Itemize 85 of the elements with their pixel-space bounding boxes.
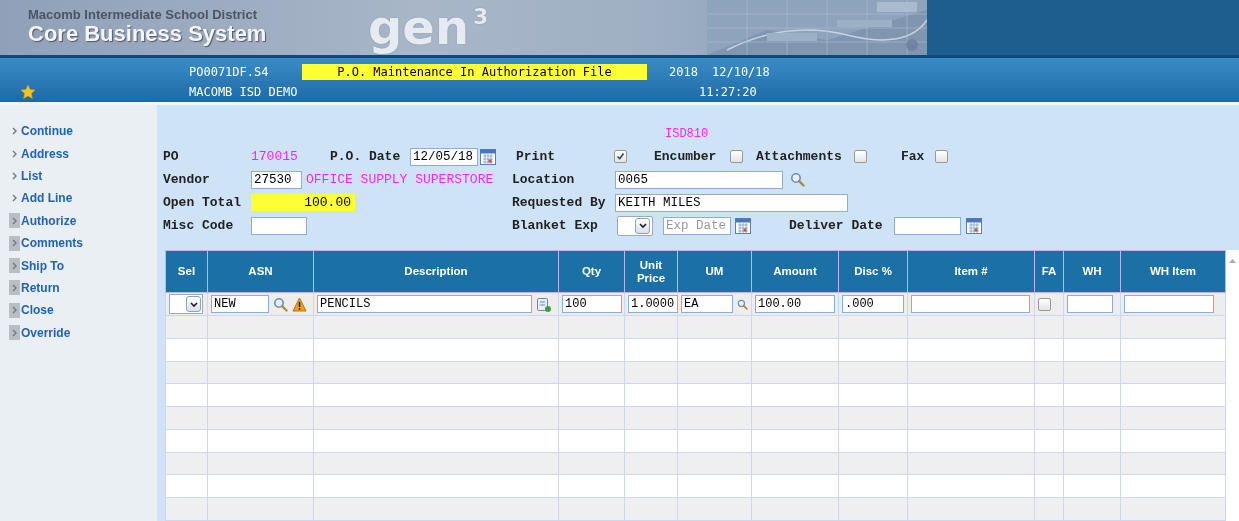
current-time: 11:27:20 <box>699 85 757 99</box>
open-total-value: 100.00 <box>251 194 355 211</box>
field-label: Open Total <box>163 195 241 210</box>
requested-by-field[interactable]: KEITH MILES <box>615 193 848 212</box>
vendor-field[interactable]: 27530 <box>251 170 302 189</box>
column-header: UM <box>677 250 752 293</box>
field-label: Deliver Date <box>789 218 883 233</box>
favorite-star-icon[interactable] <box>20 84 36 100</box>
company-name: MACOMB ISD DEMO <box>189 85 299 99</box>
column-header: Sel <box>165 250 208 293</box>
calendar-icon[interactable] <box>735 217 751 234</box>
calendar-icon[interactable] <box>480 148 496 165</box>
column-header: Unit Price <box>624 250 678 293</box>
amount-field[interactable]: 100.00 <box>755 295 835 314</box>
sidebar-link[interactable]: Comments <box>21 236 83 251</box>
date-field[interactable]: 12/05/18 <box>410 147 478 166</box>
checkbox[interactable] <box>730 150 743 163</box>
exp-date-field[interactable]: Exp Date <box>663 216 731 235</box>
asn-field[interactable]: NEW <box>211 295 269 314</box>
column-header: WH Item <box>1120 250 1226 293</box>
field-label: Print <box>516 149 555 164</box>
field-label: PO <box>163 149 179 164</box>
column-header: Disc % <box>838 250 908 293</box>
sidebar-link[interactable]: Address <box>21 146 70 161</box>
discount-field[interactable]: .000 <box>842 295 904 314</box>
vendor-name: OFFICE SUPPLY SUPERSTORE <box>306 172 494 187</box>
column-header: Item # <box>907 250 1035 293</box>
column-header: Qty <box>558 250 625 293</box>
location-field[interactable]: 0065 <box>615 170 783 189</box>
sidebar-link[interactable]: Return <box>21 280 60 295</box>
sidebar-link[interactable]: Continue <box>21 124 73 139</box>
program-code: PO0071DF.S4 <box>189 65 270 79</box>
field-label: Misc Code <box>163 218 234 233</box>
checkmark-icon <box>616 152 625 161</box>
deliver-date-field[interactable] <box>894 216 961 235</box>
user-id: ISD810 <box>664 127 710 143</box>
checkbox[interactable] <box>854 150 867 163</box>
chevron-down-icon <box>189 300 198 308</box>
chevron-down-icon <box>638 222 647 229</box>
note-icon[interactable] <box>536 296 551 312</box>
dropdown[interactable] <box>169 294 203 315</box>
system-title: Core Business System <box>28 22 268 46</box>
field-label: Location <box>512 172 575 187</box>
sidebar-link[interactable]: Ship To <box>21 258 65 273</box>
misc-code-field[interactable] <box>251 216 307 235</box>
description-field[interactable]: PENCILS <box>317 295 532 314</box>
column-header: WH <box>1063 250 1121 293</box>
search-icon[interactable] <box>273 296 288 312</box>
logo: gen <box>368 0 470 55</box>
sidebar-link[interactable]: Override <box>21 325 71 340</box>
field-label: Fax <box>901 149 925 164</box>
po-number: 170015 <box>251 149 298 164</box>
sidebar-link[interactable]: List <box>21 168 43 183</box>
unit-price-field[interactable]: 1.0000 <box>628 295 678 314</box>
field-label: Requested By <box>512 195 606 210</box>
current-date: 12/10/18 <box>712 65 770 79</box>
checkbox[interactable] <box>935 150 948 163</box>
field-label: Encumber <box>654 149 717 164</box>
scroll-up-icon[interactable] <box>1228 258 1237 264</box>
sidebar-link[interactable]: Add Line <box>21 191 73 206</box>
fiscal-year: 2018 <box>669 65 699 79</box>
column-header: Description <box>313 250 559 293</box>
column-header: FA <box>1034 250 1064 293</box>
calendar-icon[interactable] <box>966 217 982 234</box>
sidebar-link[interactable]: Close <box>21 303 54 318</box>
item-number-field[interactable] <box>911 295 1030 314</box>
dropdown[interactable] <box>617 215 653 236</box>
sidebar-link[interactable]: Authorize <box>21 213 77 228</box>
search-icon[interactable] <box>790 172 805 187</box>
field-label: P.O. Date <box>330 149 401 164</box>
warehouse-item-field[interactable] <box>1124 295 1214 314</box>
warehouse-field[interactable] <box>1067 295 1113 314</box>
checkbox[interactable] <box>614 150 627 163</box>
unit-field[interactable]: EA <box>681 295 733 314</box>
field-label: Blanket Exp <box>512 218 598 233</box>
column-header: Amount <box>751 250 839 293</box>
column-header: ASN <box>207 250 314 293</box>
field-label: Attachments <box>756 149 842 164</box>
quantity-field[interactable]: 100 <box>562 295 622 314</box>
warning-icon <box>292 296 307 312</box>
field-label: Vendor <box>163 172 210 187</box>
organization-name: Macomb Intermediate School District <box>28 8 258 22</box>
checkbox[interactable] <box>1038 297 1051 311</box>
screen-title: P.O. Maintenance In Authorization File <box>302 64 647 80</box>
logo-superscript: 3 <box>473 4 489 30</box>
